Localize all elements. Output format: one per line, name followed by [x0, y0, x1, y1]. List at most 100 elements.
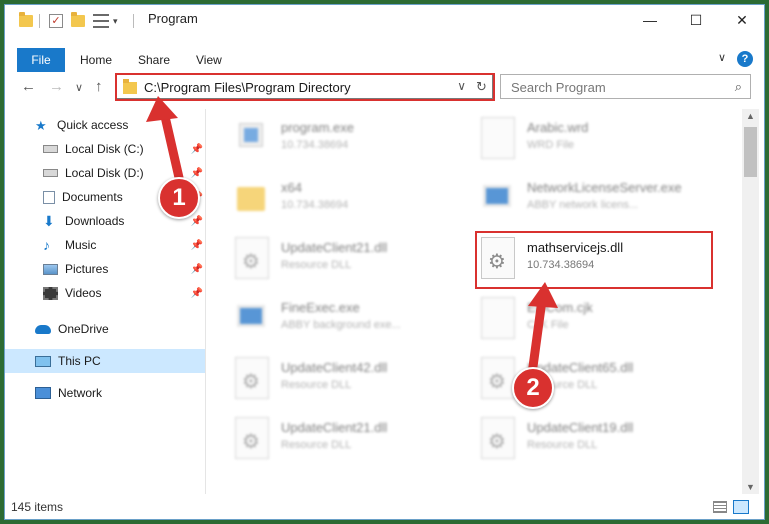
file-name: program.exe: [281, 120, 354, 135]
sidebar-item-this-pc[interactable]: This PC: [5, 349, 205, 373]
file-list: program.exe 10.734.38694 Arabic.wrd WRD …: [207, 109, 742, 494]
music-icon: ♪: [43, 236, 50, 253]
sidebar-item-label: Documents: [62, 190, 123, 204]
recent-locations-button[interactable]: ∨: [75, 81, 83, 94]
computer-icon: [35, 355, 51, 367]
ribbon: File Home Share View ∨ ?: [5, 48, 764, 72]
forward-button[interactable]: →: [49, 78, 64, 95]
file-item[interactable]: ⚙ UpdateClient42.dll Resource DLL: [233, 355, 478, 401]
gear-icon: ⚙: [488, 371, 506, 393]
file-item[interactable]: x64 10.734.38694: [233, 175, 478, 221]
sidebar-item-pictures[interactable]: Pictures 📌: [5, 257, 205, 281]
dll-file-icon: ⚙: [235, 417, 269, 459]
pin-icon: 📌: [190, 287, 203, 299]
file-item[interactable]: ⚙ UpdateClient21.dll Resource DLL: [233, 235, 478, 281]
properties-icon[interactable]: [93, 12, 109, 30]
file-item[interactable]: NetworkLicenseServer.exe ABBY network li…: [479, 175, 724, 221]
pin-icon: 📌: [190, 263, 203, 275]
close-button[interactable]: ✕: [719, 5, 764, 35]
star-icon: ★: [35, 117, 47, 133]
sidebar-item-network[interactable]: Network: [5, 381, 205, 405]
gear-icon: ⚙: [242, 251, 260, 273]
back-button[interactable]: ←: [21, 78, 36, 95]
scrollbar-thumb[interactable]: [744, 127, 757, 177]
sidebar-item-label: Downloads: [65, 214, 125, 228]
file-name: x64: [281, 180, 302, 195]
folder-icon: [237, 187, 265, 211]
scroll-down-icon[interactable]: ▼: [746, 482, 755, 492]
sidebar-item-label: Quick access: [57, 118, 129, 132]
file-item[interactable]: FineExec.exe ABBY background exe...: [233, 295, 478, 341]
gear-icon: ⚙: [242, 371, 260, 393]
properties-checkbox-icon[interactable]: ✓: [49, 12, 63, 30]
videos-icon: [43, 286, 58, 300]
expand-ribbon-chevron-icon[interactable]: ∨: [718, 51, 726, 64]
sidebar-item-music[interactable]: ♪ Music 📌: [5, 233, 205, 257]
gear-icon: ⚙: [488, 431, 506, 453]
document-file-icon: [481, 117, 515, 159]
sidebar-item-videos[interactable]: Videos 📌: [5, 281, 205, 305]
application-icon: [483, 185, 511, 207]
minimize-button[interactable]: —: [627, 5, 673, 35]
file-item[interactable]: program.exe 10.734.38694: [233, 115, 478, 161]
file-detail: 10.734.38694: [281, 199, 349, 211]
file-item[interactable]: EulCom.cjk CJK File: [479, 295, 724, 341]
exe-file-icon: [239, 123, 263, 147]
maximize-button[interactable]: ☐: [673, 5, 719, 35]
sidebar-item-onedrive[interactable]: OneDrive: [5, 317, 205, 341]
network-icon: [35, 387, 51, 399]
file-name: UpdateClient21.dll: [281, 240, 388, 255]
gear-icon: ⚙: [242, 431, 260, 453]
sidebar-item-label: Local Disk (D:): [65, 166, 144, 180]
scroll-up-icon[interactable]: ▲: [746, 111, 755, 121]
sidebar-item-local-disk-c[interactable]: Local Disk (C:) 📌: [5, 137, 205, 161]
sidebar-item-quick-access[interactable]: ★ Quick access: [5, 113, 205, 137]
file-item[interactable]: Arabic.wrd WRD File: [479, 115, 724, 161]
sidebar-item-label: Pictures: [65, 262, 109, 276]
search-input[interactable]: Search Program: [511, 80, 606, 95]
status-bar: 145 items: [5, 494, 764, 519]
file-name: Arabic.wrd: [527, 120, 589, 135]
application-icon: [237, 305, 265, 327]
details-view-icon[interactable]: [713, 501, 727, 513]
step-1-callout: 1: [158, 177, 200, 219]
file-detail: CJK File: [527, 319, 569, 331]
tab-home[interactable]: Home: [80, 53, 112, 67]
dll-file-icon: ⚙: [235, 357, 269, 399]
file-detail: Resource DLL: [281, 259, 352, 271]
search-icon[interactable]: ⌕: [735, 79, 742, 95]
documents-icon: [43, 190, 55, 204]
pin-icon: 📌: [190, 239, 203, 251]
file-name: NetworkLicenseServer.exe: [527, 180, 682, 195]
folder-icon: [19, 12, 33, 30]
dll-file-icon: ⚙: [481, 417, 515, 459]
vertical-scrollbar[interactable]: ▲ ▼: [742, 109, 759, 494]
pin-icon: 📌: [190, 167, 203, 179]
sidebar-item-label: Videos: [65, 286, 102, 300]
file-detail: Resource DLL: [281, 379, 352, 391]
file-detail: Resource DLL: [527, 439, 598, 451]
search-box[interactable]: Search Program ⌕: [500, 74, 751, 99]
file-item[interactable]: ⚙ UpdateClient19.dll Resource DLL: [479, 415, 724, 461]
large-icons-view-icon[interactable]: [733, 500, 749, 514]
downloads-icon: ⬇: [43, 212, 55, 229]
file-name: UpdateClient19.dll: [527, 420, 634, 435]
pin-icon: 📌: [190, 215, 203, 227]
tab-view[interactable]: View: [196, 53, 222, 67]
up-button[interactable]: ↑: [95, 78, 103, 95]
tab-share[interactable]: Share: [138, 53, 170, 67]
pictures-icon: [43, 263, 58, 275]
tab-file[interactable]: File: [17, 48, 65, 72]
customize-toolbar-chevron-icon[interactable]: ▾: [113, 12, 118, 30]
dll-file-icon: ⚙: [235, 237, 269, 279]
file-item[interactable]: ⚙ UpdateClient21.dll Resource DLL: [233, 415, 478, 461]
help-icon[interactable]: ?: [737, 51, 753, 67]
explorer-window: ✓ ▾ Program — ☐ ✕ File Home Share View ∨…: [4, 4, 765, 520]
file-detail: 10.734.38694: [281, 139, 349, 151]
new-folder-icon[interactable]: [71, 12, 85, 30]
navigation-pane: ★ Quick access Local Disk (C:) 📌 Local D…: [5, 109, 205, 494]
step-2-callout: 2: [512, 367, 554, 409]
cloud-icon: [35, 324, 51, 334]
drive-icon: [43, 145, 58, 153]
file-highlight-box: [475, 231, 713, 289]
